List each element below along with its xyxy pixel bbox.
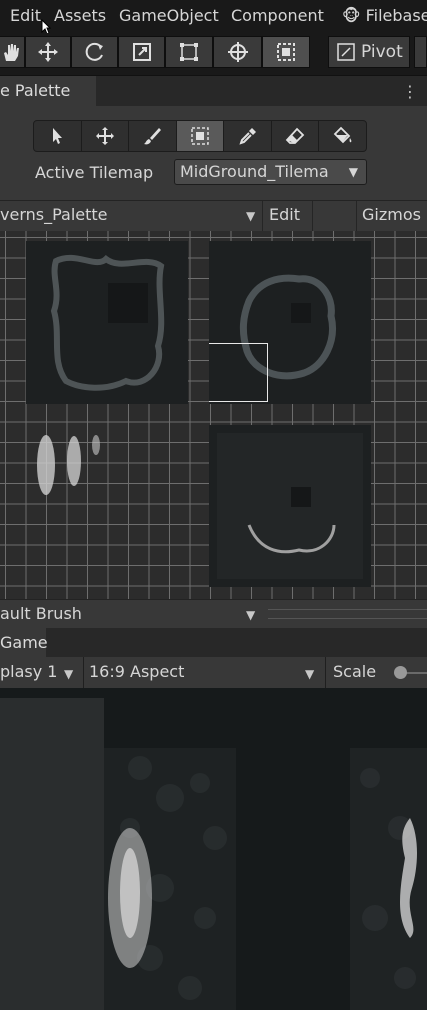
scale-slider-knob[interactable] — [394, 666, 407, 679]
dropdown-arrow-icon: ▼ — [348, 165, 358, 179]
game-tab-row: Game — [0, 628, 427, 657]
more-options-icon[interactable]: ⋮ — [402, 82, 418, 101]
divider — [356, 201, 357, 231]
palette-tile[interactable] — [209, 241, 371, 404]
pivot-toggle-button[interactable]: Pivot — [328, 36, 410, 68]
tilemap-box-icon — [277, 43, 295, 61]
rotate-tool-button[interactable] — [71, 36, 118, 68]
rect-transform-icon — [180, 43, 198, 61]
rect-tool-button[interactable] — [165, 36, 213, 68]
active-tilemap-label: Active Tilemap — [35, 163, 154, 182]
tile-palette-tab-row: e Palette ⋮ — [0, 75, 427, 107]
paint-bucket-icon — [333, 126, 352, 144]
gizmos-button[interactable]: Gizmos — [362, 205, 421, 224]
divider — [312, 201, 313, 231]
menu-edit[interactable]: Edit — [10, 6, 41, 25]
scale-icon — [132, 43, 151, 61]
dropdown-arrow-icon[interactable]: ▼ — [246, 608, 255, 622]
hand-icon — [3, 44, 19, 61]
palette-box-fill-button[interactable] — [176, 121, 225, 151]
transform-icon — [227, 42, 248, 62]
move-arrows-icon — [95, 127, 114, 145]
palette-erase-button[interactable] — [272, 121, 320, 151]
filebase-icon: 🐵 — [342, 6, 361, 25]
select-arrow-icon — [53, 128, 63, 144]
tab-tile-palette[interactable]: e Palette — [0, 76, 96, 107]
palette-tile[interactable] — [26, 241, 188, 404]
palette-dropdown[interactable]: verns_Palette — [0, 205, 108, 224]
dropdown-arrow-icon[interactable]: ▼ — [64, 667, 73, 681]
custom-tool-button[interactable] — [262, 36, 310, 68]
game-scene-image — [0, 698, 427, 1010]
divider — [262, 201, 263, 231]
scene-toolbar: Pivot — [0, 33, 427, 73]
divider — [83, 657, 84, 688]
transform-tool-button[interactable] — [213, 36, 262, 68]
move-tool-button[interactable] — [25, 36, 71, 68]
scale-label: Scale — [333, 662, 377, 681]
menu-gameobject[interactable]: GameObject — [119, 6, 219, 25]
global-toggle-button[interactable] — [414, 36, 427, 68]
menu-filebase-label: Filebase — [365, 6, 427, 25]
hand-tool-button[interactable] — [0, 36, 25, 68]
selection-outline — [209, 343, 268, 402]
cave-tile-image — [217, 433, 363, 579]
palette-move-button[interactable] — [82, 121, 130, 151]
pivot-icon — [337, 43, 355, 61]
palette-tile[interactable] — [26, 425, 106, 505]
palette-grid[interactable] — [0, 231, 427, 599]
active-tilemap-value: MidGround_Tilema — [180, 162, 329, 181]
scale-tool-button[interactable] — [118, 36, 165, 68]
palette-select-button[interactable] — [34, 121, 82, 151]
brush-dropdown[interactable]: ault Brush — [0, 604, 82, 623]
brush-selector-bar: ault Brush ▼ — [0, 599, 427, 628]
dropdown-arrow-icon[interactable]: ▼ — [305, 667, 314, 681]
cave-tile-image — [50, 254, 165, 391]
eraser-icon — [285, 127, 305, 144]
menu-component[interactable]: Component — [231, 6, 324, 25]
palette-fill-button[interactable] — [319, 121, 366, 151]
pivot-label: Pivot — [361, 42, 403, 62]
active-tilemap-dropdown[interactable]: MidGround_Tilema ▼ — [174, 159, 367, 185]
dropdown-arrow-icon[interactable]: ▼ — [246, 209, 255, 223]
palette-tile[interactable] — [209, 425, 371, 587]
palette-picker-button[interactable] — [224, 121, 272, 151]
palette-tool-strip — [33, 120, 367, 152]
rotate-icon — [85, 42, 103, 61]
eyedropper-icon — [239, 128, 256, 145]
palette-edit-button[interactable]: Edit — [269, 205, 300, 224]
resize-handle[interactable] — [268, 609, 427, 619]
game-viewport[interactable] — [0, 688, 427, 1010]
menu-assets[interactable]: Assets — [54, 6, 106, 25]
brush-icon — [144, 128, 162, 145]
aspect-dropdown[interactable]: 16:9 Aspect — [89, 662, 184, 681]
display-dropdown[interactable]: plasy 1 — [0, 662, 57, 681]
box-fill-icon — [191, 127, 209, 145]
menu-bar: Edit Assets GameObject Component 🐵 Fileb… — [0, 0, 427, 35]
move-arrows-icon — [38, 42, 58, 62]
palette-selector-bar: verns_Palette ▼ Edit Gizmos — [0, 200, 427, 231]
divider — [325, 657, 326, 688]
tab-game[interactable]: Game — [0, 628, 48, 657]
menu-filebase[interactable]: 🐵 Filebase — [342, 6, 427, 25]
game-toolbar: plasy 1 ▼ 16:9 Aspect ▼ Scale — [0, 657, 427, 689]
palette-paint-button[interactable] — [129, 121, 177, 151]
light-tile-image — [37, 435, 100, 495]
